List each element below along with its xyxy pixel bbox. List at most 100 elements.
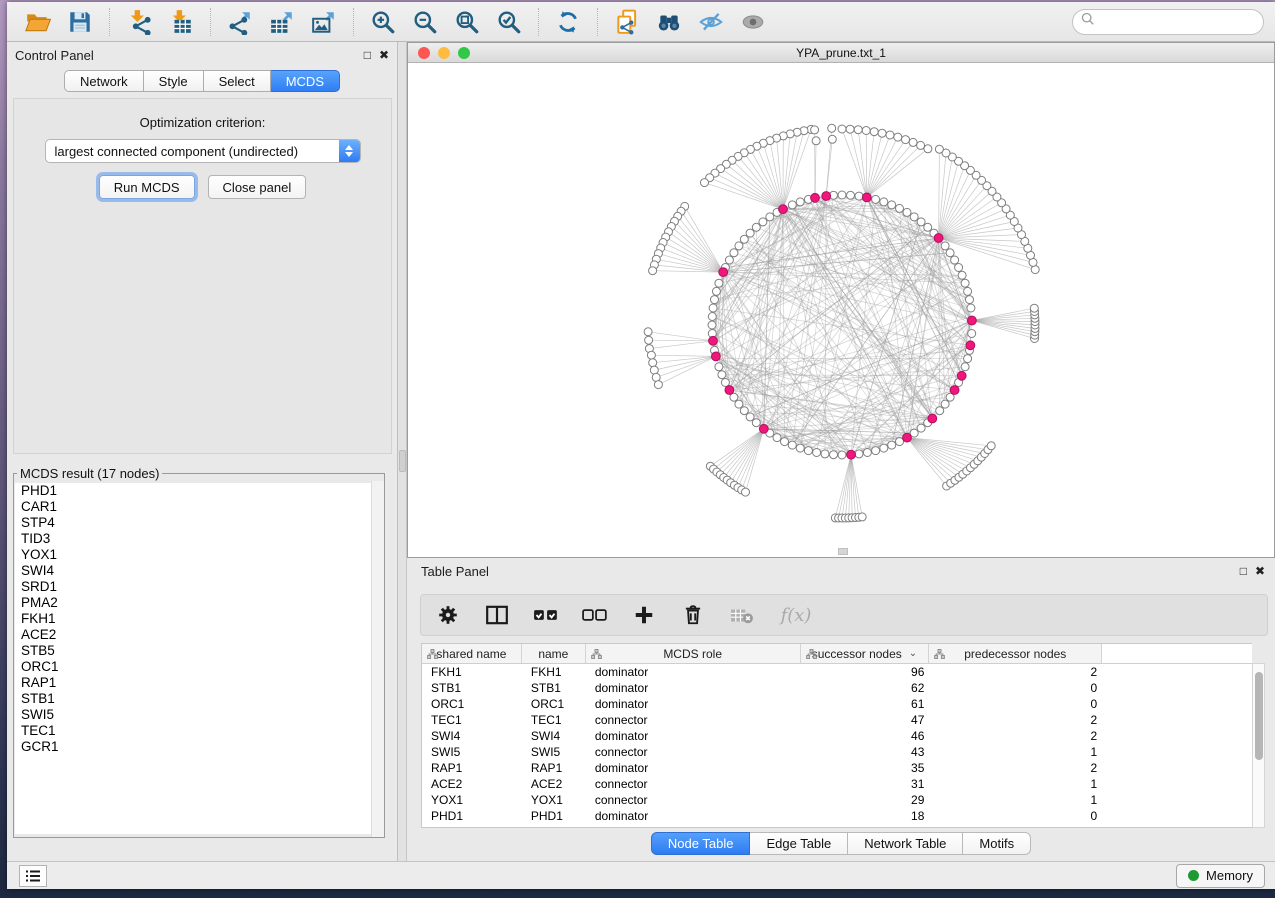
column-header-shared-name[interactable]: shared name: [422, 644, 522, 663]
mcds-result-item[interactable]: RAP1: [15, 675, 383, 691]
table-cell[interactable]: YOX1: [422, 793, 522, 807]
table-cell[interactable]: 2: [929, 713, 1102, 727]
close-panel-button[interactable]: Close panel: [208, 175, 307, 199]
float-table-panel-icon[interactable]: □: [1240, 565, 1247, 577]
network-canvas[interactable]: [408, 63, 1274, 557]
table-cell[interactable]: dominator: [586, 761, 801, 775]
mcds-result-item[interactable]: SWI4: [15, 563, 383, 579]
add-column-icon[interactable]: [631, 602, 657, 628]
table-cell[interactable]: YOX1: [522, 793, 586, 807]
mcds-result-list[interactable]: PHD1CAR1STP4TID3YOX1SWI4SRD1PMA2FKH1ACE2…: [15, 483, 383, 834]
table-cell[interactable]: FKH1: [422, 665, 522, 679]
table-cell[interactable]: SWI4: [422, 729, 522, 743]
table-cell[interactable]: connector: [586, 793, 801, 807]
vertical-splitter[interactable]: [398, 42, 407, 861]
table-row[interactable]: STB1STB1dominator620: [422, 680, 1252, 696]
close-panel-icon[interactable]: ✖: [379, 49, 389, 61]
close-table-panel-icon[interactable]: ✖: [1255, 565, 1265, 577]
table-cell[interactable]: STB1: [422, 681, 522, 695]
table-cell[interactable]: SWI5: [522, 745, 586, 759]
tab-network[interactable]: Network: [64, 70, 144, 92]
mcds-result-item[interactable]: FKH1: [15, 611, 383, 627]
table-scrollbar[interactable]: [1252, 663, 1265, 828]
table-cell[interactable]: STB1: [522, 681, 586, 695]
zoom-out-icon[interactable]: [410, 7, 440, 37]
network-titlebar[interactable]: YPA_prune.txt_1: [408, 43, 1274, 63]
table-cell[interactable]: dominator: [586, 697, 801, 711]
table-cell[interactable]: 47: [801, 713, 930, 727]
column-header-MCDS-role[interactable]: MCDS role: [586, 644, 801, 663]
mcds-result-item[interactable]: CAR1: [15, 499, 383, 515]
close-window-button[interactable]: [418, 47, 430, 59]
network-graph[interactable]: [408, 63, 1274, 557]
table-cell[interactable]: dominator: [586, 665, 801, 679]
zoom-fit-icon[interactable]: [452, 7, 482, 37]
maximize-window-button[interactable]: [458, 47, 470, 59]
table-cell[interactable]: TEC1: [422, 713, 522, 727]
mcds-result-item[interactable]: ACE2: [15, 627, 383, 643]
table-row[interactable]: ORC1ORC1dominator610: [422, 696, 1252, 712]
table-cell[interactable]: 61: [801, 697, 930, 711]
table-cell[interactable]: 0: [929, 681, 1102, 695]
run-mcds-button[interactable]: Run MCDS: [99, 175, 195, 199]
tab-node-table[interactable]: Node Table: [651, 832, 751, 855]
column-header-predecessor-nodes[interactable]: predecessor nodes: [929, 644, 1102, 663]
mcds-result-item[interactable]: STP4: [15, 515, 383, 531]
tab-edge-table[interactable]: Edge Table: [750, 832, 848, 855]
optimization-criterion-select[interactable]: largest connected component (undirected): [45, 139, 361, 163]
mcds-result-item[interactable]: GCR1: [15, 739, 383, 755]
mcds-result-item[interactable]: PMA2: [15, 595, 383, 611]
table-cell[interactable]: PHD1: [522, 809, 586, 823]
tab-style[interactable]: Style: [144, 70, 204, 92]
table-cell[interactable]: 2: [929, 665, 1102, 679]
import-network-icon[interactable]: [124, 7, 154, 37]
table-cell[interactable]: RAP1: [422, 761, 522, 775]
table-cell[interactable]: dominator: [586, 681, 801, 695]
table-row[interactable]: ACE2ACE2connector311: [422, 776, 1252, 792]
save-session-icon[interactable]: [65, 7, 95, 37]
tab-select[interactable]: Select: [204, 70, 271, 92]
mcds-result-item[interactable]: TEC1: [15, 723, 383, 739]
minimize-window-button[interactable]: [438, 47, 450, 59]
export-table-icon[interactable]: [267, 7, 297, 37]
table-cell[interactable]: SWI4: [522, 729, 586, 743]
memory-button[interactable]: Memory: [1176, 864, 1265, 888]
table-cell[interactable]: 18: [801, 809, 930, 823]
table-row[interactable]: SWI4SWI4dominator462: [422, 728, 1252, 744]
table-row[interactable]: FKH1FKH1dominator962: [422, 664, 1252, 680]
table-cell[interactable]: RAP1: [522, 761, 586, 775]
table-cell[interactable]: 2: [929, 761, 1102, 775]
tab-motifs[interactable]: Motifs: [963, 832, 1031, 855]
table-cell[interactable]: 1: [929, 745, 1102, 759]
hide-selected-icon[interactable]: [696, 7, 726, 37]
table-cell[interactable]: dominator: [586, 809, 801, 823]
column-header-name[interactable]: name: [522, 644, 586, 663]
table-cell[interactable]: connector: [586, 745, 801, 759]
table-cell[interactable]: PHD1: [422, 809, 522, 823]
import-table-icon[interactable]: [166, 7, 196, 37]
find-neighbors-icon[interactable]: [654, 7, 684, 37]
mcds-result-item[interactable]: STB5: [15, 643, 383, 659]
table-cell[interactable]: 96: [801, 665, 930, 679]
refresh-layout-icon[interactable]: [553, 7, 583, 37]
column-header-successor-nodes[interactable]: successor nodes⌄: [801, 644, 930, 663]
split-panel-icon[interactable]: [484, 602, 510, 628]
show-hidden-icon[interactable]: [738, 7, 768, 37]
open-file-icon[interactable]: [23, 7, 53, 37]
search-input[interactable]: [1100, 14, 1275, 29]
table-cell[interactable]: 46: [801, 729, 930, 743]
table-cell[interactable]: 1: [929, 793, 1102, 807]
horizontal-splitter-grip[interactable]: [838, 548, 848, 555]
export-image-icon[interactable]: [309, 7, 339, 37]
task-history-button[interactable]: [19, 865, 47, 887]
mcds-result-item[interactable]: ORC1: [15, 659, 383, 675]
table-row[interactable]: PHD1PHD1dominator180: [422, 808, 1252, 824]
table-row[interactable]: YOX1YOX1connector291: [422, 792, 1252, 808]
clone-network-icon[interactable]: [612, 7, 642, 37]
table-cell[interactable]: ACE2: [422, 777, 522, 791]
tab-mcds[interactable]: MCDS: [271, 70, 340, 92]
float-panel-icon[interactable]: □: [364, 49, 371, 61]
mcds-result-item[interactable]: STB1: [15, 691, 383, 707]
table-cell[interactable]: ORC1: [522, 697, 586, 711]
zoom-in-icon[interactable]: [368, 7, 398, 37]
